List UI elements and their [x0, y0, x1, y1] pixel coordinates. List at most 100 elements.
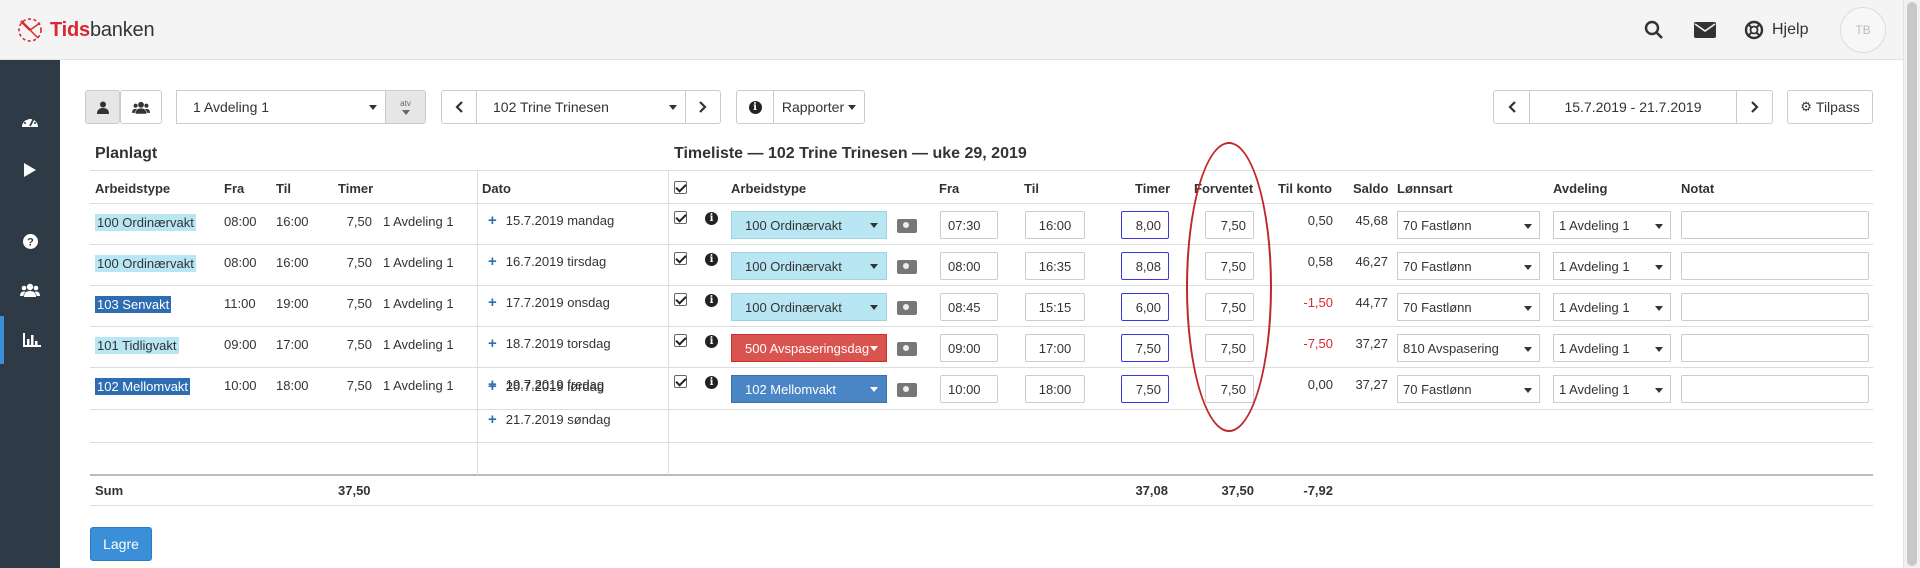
- wage-type-select[interactable]: 70 Fastlønn: [1397, 252, 1540, 280]
- info-icon[interactable]: i: [705, 335, 718, 348]
- customize-label: Tilpass: [1815, 99, 1860, 115]
- info-icon[interactable]: i: [705, 212, 718, 225]
- help-link[interactable]: Hjelp: [1744, 18, 1808, 42]
- wage-type-select[interactable]: 70 Fastlønn: [1397, 211, 1540, 239]
- department-addon-button[interactable]: atv: [385, 90, 426, 124]
- row-checkbox[interactable]: [674, 375, 687, 388]
- to-time-input[interactable]: 16:00: [1025, 211, 1085, 239]
- planned-type-tag: 103 Senvakt: [95, 296, 172, 313]
- add-entry-link[interactable]: +17.7.2019 onsdag: [488, 294, 610, 311]
- help-label: Hjelp: [1772, 21, 1809, 38]
- date-label: 18.7.2019 torsdag: [505, 336, 611, 351]
- expected-hours-input[interactable]: 7,50: [1205, 375, 1254, 403]
- from-time-input[interactable]: 07:30: [940, 211, 998, 239]
- work-type-select[interactable]: 500 Avspaseringsdag: [731, 334, 887, 362]
- select-all-checkbox[interactable]: [674, 181, 687, 194]
- note-input[interactable]: [1681, 211, 1869, 239]
- row-checkbox[interactable]: [674, 334, 687, 347]
- note-input[interactable]: [1681, 252, 1869, 280]
- add-entry-link[interactable]: +18.7.2019 torsdag: [488, 335, 611, 352]
- hours-input[interactable]: 7,50: [1121, 334, 1169, 362]
- expected-hours-input[interactable]: 7,50: [1205, 211, 1254, 239]
- note-input[interactable]: [1681, 375, 1869, 403]
- info-icon[interactable]: i: [705, 294, 718, 307]
- from-time-input[interactable]: 09:00: [940, 334, 998, 362]
- from-time-input[interactable]: 10:00: [940, 375, 998, 403]
- row-checkbox[interactable]: [674, 211, 687, 224]
- row-checkbox[interactable]: [674, 293, 687, 306]
- wage-type-select[interactable]: 810 Avspasering: [1397, 334, 1540, 362]
- department-row-select[interactable]: 1 Avdeling 1: [1553, 252, 1671, 280]
- to-time-input[interactable]: 17:00: [1025, 334, 1085, 362]
- department-row-select[interactable]: 1 Avdeling 1: [1553, 211, 1671, 239]
- from-time-input[interactable]: 08:00: [940, 252, 998, 280]
- page-scrollbar[interactable]: [1903, 0, 1920, 568]
- work-type-select[interactable]: 100 Ordinærvakt: [731, 211, 887, 239]
- save-button[interactable]: Lagre: [90, 527, 152, 561]
- to-time-input[interactable]: 18:00: [1025, 375, 1085, 403]
- work-type-value: 102 Mellomvakt: [745, 381, 837, 397]
- from-time-input[interactable]: 08:45: [940, 293, 998, 321]
- logo[interactable]: Tidsbanken: [14, 14, 155, 46]
- next-employee-button[interactable]: [685, 90, 721, 124]
- sidebar-item-help[interactable]: ?: [0, 217, 60, 265]
- sidebar-item-reports[interactable]: [0, 316, 60, 364]
- camera-icon[interactable]: [897, 260, 917, 274]
- expected-hours-input[interactable]: 7,50: [1205, 334, 1254, 362]
- note-input[interactable]: [1681, 334, 1869, 362]
- next-week-button[interactable]: [1736, 90, 1773, 124]
- department-select[interactable]: 1 Avdeling 1: [176, 90, 386, 124]
- sidebar-item-dashboard[interactable]: [0, 97, 60, 145]
- scroll-thumb[interactable]: [1907, 2, 1917, 566]
- search-icon[interactable]: [1642, 18, 1666, 42]
- add-entry-link[interactable]: +20.7.2019 lørdag: [488, 378, 604, 395]
- department-row-select[interactable]: 1 Avdeling 1: [1553, 293, 1671, 321]
- department-row-select[interactable]: 1 Avdeling 1: [1553, 334, 1671, 362]
- avatar[interactable]: TB: [1840, 7, 1886, 53]
- prev-week-button[interactable]: [1493, 90, 1530, 124]
- single-employee-button[interactable]: [85, 90, 120, 124]
- hours-input[interactable]: 8,08: [1121, 252, 1169, 280]
- camera-icon[interactable]: [897, 219, 917, 233]
- work-type-select[interactable]: 102 Mellomvakt: [731, 375, 887, 403]
- work-type-select[interactable]: 100 Ordinærvakt: [731, 252, 887, 280]
- employee-select[interactable]: 102 Trine Trinesen: [476, 90, 686, 124]
- add-entry-link[interactable]: +21.7.2019 søndag: [488, 411, 611, 428]
- add-entry-link[interactable]: +16.7.2019 tirsdag: [488, 253, 606, 270]
- sidebar-item-employees[interactable]: [0, 266, 60, 314]
- add-entry-link[interactable]: +15.7.2019 mandag: [488, 212, 614, 229]
- info-icon[interactable]: i: [705, 376, 718, 389]
- hours-input[interactable]: 7,50: [1121, 375, 1169, 403]
- camera-icon[interactable]: [897, 383, 917, 397]
- row-line: [90, 203, 1873, 204]
- info-icon[interactable]: i: [705, 253, 718, 266]
- planned-timer: 7,50: [346, 337, 372, 352]
- to-time-input[interactable]: 16:35: [1025, 252, 1085, 280]
- planned-til: 19:00: [276, 296, 309, 311]
- wage-type-select[interactable]: 70 Fastlønn: [1397, 293, 1540, 321]
- customize-button[interactable]: ⚙ Tilpass: [1787, 90, 1873, 124]
- note-input[interactable]: [1681, 293, 1869, 321]
- camera-icon[interactable]: [897, 342, 917, 356]
- sidebar-item-play[interactable]: [0, 146, 60, 194]
- expected-hours-input[interactable]: 7,50: [1205, 293, 1254, 321]
- date-range-field[interactable]: 15.7.2019 - 21.7.2019: [1529, 90, 1737, 124]
- planned-timer: 7,50: [346, 296, 372, 311]
- mail-icon[interactable]: [1693, 18, 1717, 42]
- expected-hours-input[interactable]: 7,50: [1205, 252, 1254, 280]
- camera-icon[interactable]: [897, 301, 917, 315]
- to-time-input[interactable]: 15:15: [1025, 293, 1085, 321]
- planned-sum-timer: 37,50: [338, 483, 371, 498]
- row-checkbox[interactable]: [674, 252, 687, 265]
- hours-input[interactable]: 6,00: [1121, 293, 1169, 321]
- work-type-select[interactable]: 100 Ordinærvakt: [731, 293, 887, 321]
- hours-input[interactable]: 8,00: [1121, 211, 1169, 239]
- info-button[interactable]: i: [736, 90, 774, 124]
- department-row-select[interactable]: 1 Avdeling 1: [1553, 375, 1671, 403]
- plus-icon: +: [488, 411, 497, 428]
- reports-dropdown-button[interactable]: Rapporter: [773, 90, 865, 124]
- prev-employee-button[interactable]: [441, 90, 477, 124]
- group-icon: [132, 101, 150, 114]
- group-button[interactable]: [120, 90, 162, 124]
- wage-type-select[interactable]: 70 Fastlønn: [1397, 375, 1540, 403]
